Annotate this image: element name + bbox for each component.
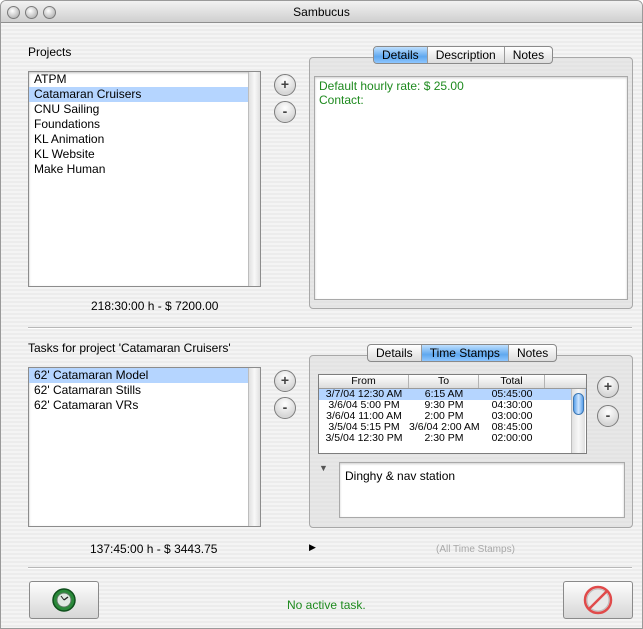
- project-tab-details[interactable]: Details: [374, 47, 428, 63]
- projects-total: 218:30:00 h - $ 7200.00: [91, 299, 219, 313]
- scroll-thumb[interactable]: [573, 393, 584, 415]
- column-header-total[interactable]: Total: [479, 375, 545, 388]
- project-list-item[interactable]: KL Website: [29, 147, 260, 162]
- time-stamp-total-cell: 08:45:00: [491, 422, 533, 433]
- time-stamp-to-cell: 6:15 AM: [424, 389, 464, 400]
- task-list-item[interactable]: 62' Catamaran Model: [29, 368, 260, 383]
- task-tab-notes[interactable]: Notes: [509, 345, 556, 361]
- all-time-stamps-label: (All Time Stamps): [436, 544, 515, 555]
- add-time-stamp-button[interactable]: +: [597, 376, 619, 398]
- stop-timer-icon: [583, 585, 613, 615]
- time-stamp-to-cell: 3/6/04 2:00 AM: [409, 422, 479, 433]
- app-window: Sambucus Projects ATPM Catamaran Cruisers…: [0, 0, 643, 629]
- time-stamp-from-cell: 3/5/04 12:30 PM: [325, 433, 403, 444]
- project-list-item[interactable]: ATPM: [29, 72, 260, 87]
- projects-list[interactable]: ATPM Catamaran Cruisers CNU Sailing Foundat…: [28, 71, 261, 287]
- time-stamp-total-cell: 04:30:00: [491, 400, 533, 411]
- remove-project-button[interactable]: -: [274, 101, 296, 123]
- stopwatch-icon: [52, 588, 76, 612]
- task-tab-details[interactable]: Details: [368, 345, 422, 361]
- time-stamp-row[interactable]: 3/5/04 5:15 PM 3/6/04 2:00 AM 08:45:00: [319, 422, 586, 433]
- time-stamp-to-cell: 2:00 PM: [424, 411, 464, 422]
- time-stamp-total-cell: 02:00:00: [491, 433, 533, 444]
- time-stamp-from-cell: 3/5/04 5:15 PM: [328, 422, 400, 433]
- project-list-item[interactable]: KL Animation: [29, 132, 260, 147]
- time-stamp-to-cell: 2:30 PM: [424, 433, 464, 444]
- time-stamp-row[interactable]: 3/6/04 5:00 PM 9:30 PM 04:30:00: [319, 400, 586, 411]
- tasks-list[interactable]: 62' Catamaran Model 62' Catamaran Stills 6…: [28, 367, 261, 527]
- column-header-from[interactable]: From: [319, 375, 409, 388]
- time-stamps-table[interactable]: From To Total 3/7/04 12:30 AM 6:15 AM 05:45:…: [318, 374, 587, 454]
- time-stamp-total-cell: 05:45:00: [491, 389, 533, 400]
- disclosure-triangle-icon[interactable]: ▼: [319, 463, 328, 473]
- title-bar: Sambucus: [1, 1, 642, 23]
- project-tab-notes[interactable]: Notes: [505, 47, 552, 63]
- section-divider: [28, 327, 632, 329]
- project-list-item[interactable]: Make Human: [29, 162, 260, 177]
- tasks-list-scrollbar[interactable]: [248, 368, 260, 526]
- stop-timer-button[interactable]: [563, 581, 633, 619]
- project-list-item[interactable]: CNU Sailing: [29, 102, 260, 117]
- project-list-item[interactable]: Catamaran Cruisers: [29, 87, 260, 102]
- project-list-item[interactable]: Foundations: [29, 117, 260, 132]
- expand-triangle-icon[interactable]: ▶: [309, 542, 316, 553]
- remove-time-stamp-button[interactable]: -: [597, 405, 619, 427]
- time-stamp-total-cell: 03:00:00: [491, 411, 533, 422]
- default-hourly-rate: Default hourly rate: $ 25.00: [319, 79, 464, 93]
- remove-task-button[interactable]: -: [274, 397, 296, 419]
- contact-label: Contact:: [319, 93, 364, 107]
- time-stamp-from-cell: 3/6/04 11:00 AM: [326, 411, 402, 422]
- time-stamp-note[interactable]: Dinghy & nav station: [339, 462, 625, 518]
- task-list-item[interactable]: 62' Catamaran Stills: [29, 383, 260, 398]
- time-stamp-row[interactable]: 3/5/04 12:30 PM 2:30 PM 02:00:00: [319, 433, 586, 444]
- task-list-item[interactable]: 62' Catamaran VRs: [29, 398, 260, 413]
- task-tab-bar: Details Time Stamps Notes: [367, 344, 558, 362]
- status-text: No active task.: [287, 598, 366, 612]
- project-tab-bar: Details Description Notes: [373, 46, 554, 64]
- project-tab-description[interactable]: Description: [428, 47, 505, 63]
- bottom-divider: [28, 567, 632, 569]
- projects-heading: Projects: [28, 45, 72, 59]
- time-stamp-note-text: Dinghy & nav station: [345, 469, 456, 483]
- time-stamp-to-cell: 9:30 PM: [424, 400, 464, 411]
- add-task-button[interactable]: +: [274, 370, 296, 392]
- start-timer-button[interactable]: [29, 581, 99, 619]
- time-stamps-header: From To Total: [319, 375, 586, 389]
- window-title: Sambucus: [293, 5, 350, 19]
- time-stamp-row[interactable]: 3/6/04 11:00 AM 2:00 PM 03:00:00: [319, 411, 586, 422]
- projects-list-scrollbar[interactable]: [248, 72, 260, 286]
- project-details-area[interactable]: Default hourly rate: $ 25.00 Contact:: [314, 76, 628, 300]
- time-stamp-from-cell: 3/7/04 12:30 AM: [325, 389, 403, 400]
- time-stamp-from-cell: 3/6/04 5:00 PM: [328, 400, 400, 411]
- tasks-heading: Tasks for project 'Catamaran Cruisers': [28, 341, 231, 355]
- add-project-button[interactable]: +: [274, 74, 296, 96]
- time-stamp-row[interactable]: 3/7/04 12:30 AM 6:15 AM 05:45:00: [319, 389, 586, 400]
- time-stamps-scrollbar[interactable]: [571, 389, 585, 453]
- column-header-to[interactable]: To: [409, 375, 479, 388]
- time-stamps-body: 3/7/04 12:30 AM 6:15 AM 05:45:00 3/6/04 5:0…: [319, 389, 586, 444]
- task-tab-time-stamps[interactable]: Time Stamps: [421, 345, 509, 361]
- tasks-total: 137:45:00 h - $ 3443.75: [90, 542, 218, 556]
